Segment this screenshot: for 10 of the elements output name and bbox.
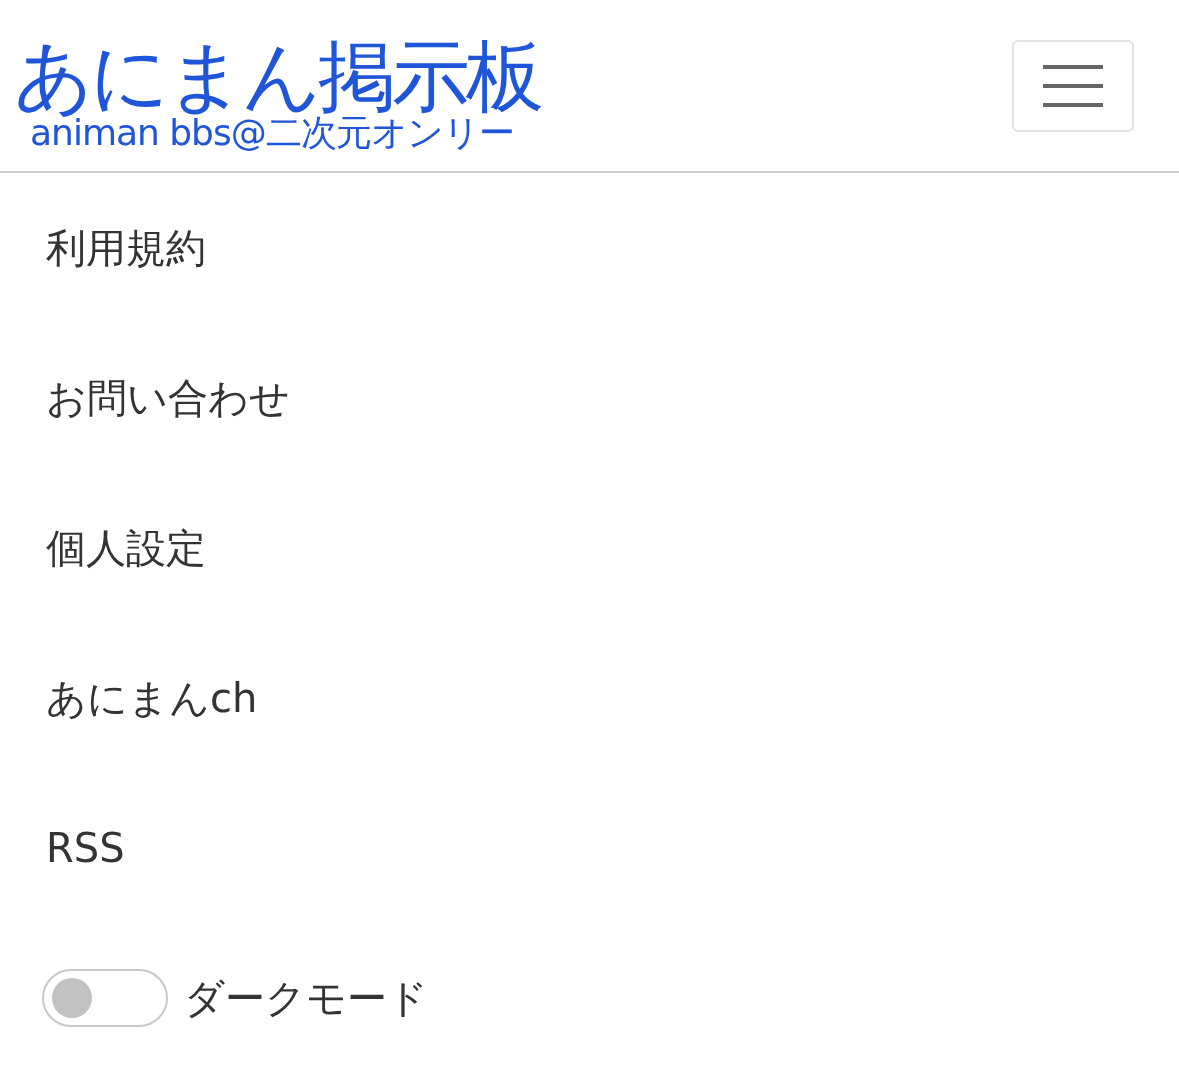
menu-icon [1043, 62, 1103, 109]
switch-label: ダークモード [184, 974, 428, 1023]
menu-link[interactable]: 個人設定 [46, 518, 206, 578]
menu-link[interactable]: あにまんch [46, 668, 258, 728]
menu-link[interactable]: RSS [46, 818, 125, 878]
menu-link[interactable]: 利用規約 [46, 218, 206, 278]
menu-link[interactable]: お問い合わせ [46, 368, 290, 428]
logo-title[interactable]: あにまん掲示板 [14, 36, 540, 115]
toggle-switch[interactable] [42, 969, 168, 1027]
menu-button[interactable] [1012, 39, 1134, 132]
